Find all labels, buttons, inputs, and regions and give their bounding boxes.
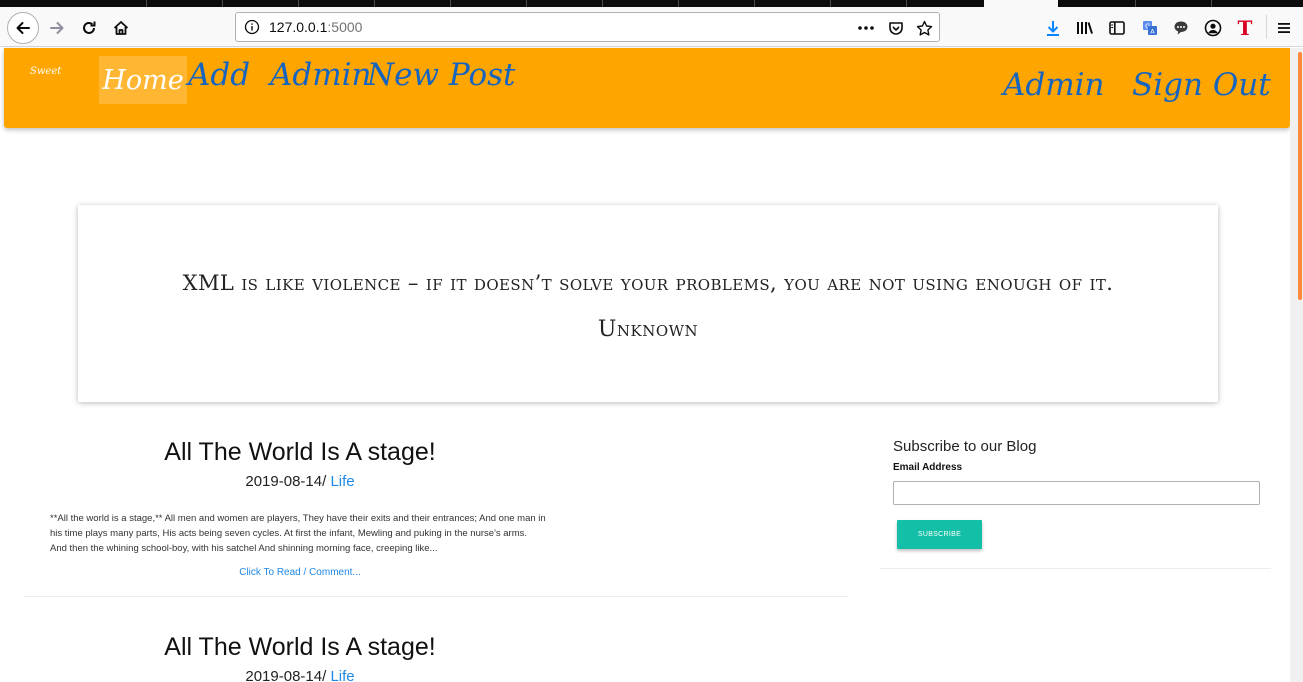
url-text[interactable]: 127.0.0.1:5000 [269, 19, 362, 35]
url-port: :5000 [327, 19, 363, 35]
tab-separator [1211, 0, 1212, 7]
tab-separator [298, 0, 299, 7]
browser-toolbar: 127.0.0.1:5000 GA T [0, 7, 1303, 47]
post-meta: 2019-08-14/ Life [24, 668, 576, 682]
quote-text: XML is like violence – if it doesn’t sol… [182, 271, 1114, 295]
excerpt-line: his time plays many parts, His acts bein… [50, 528, 528, 539]
nav-new-post[interactable]: New Post [367, 60, 516, 91]
chat-button[interactable] [1166, 13, 1196, 43]
pocket-button[interactable] [886, 18, 906, 38]
t-extension-icon: T [1237, 16, 1253, 40]
account-icon [1204, 19, 1222, 37]
forward-button[interactable] [42, 13, 72, 43]
bookmark-button[interactable] [914, 18, 934, 38]
reload-button[interactable] [74, 13, 104, 43]
tab-separator [906, 0, 907, 7]
excerpt-line: And then the whining school-boy, with hi… [50, 543, 438, 554]
email-field[interactable] [893, 481, 1260, 505]
star-icon [916, 20, 932, 36]
tab-separator [222, 0, 223, 7]
sidebar-button[interactable] [1102, 13, 1132, 43]
brand-logo[interactable]: Sweet [30, 66, 61, 77]
scrollbar-thumb[interactable] [1298, 52, 1302, 300]
library-icon [1077, 22, 1093, 34]
tab-separator [146, 0, 147, 7]
library-button[interactable] [1070, 13, 1100, 43]
tab-separator [754, 0, 755, 7]
email-label: Email Address [893, 462, 963, 473]
translate-icon: GA [1143, 21, 1157, 36]
subscribe-widget: Subscribe to our Blog Email Address SUBS… [880, 428, 1271, 569]
post-title[interactable]: All The World Is A stage! [24, 438, 576, 467]
subscribe-button[interactable]: SUBSCRIBE [897, 520, 982, 549]
back-arrow-icon [16, 22, 30, 34]
tab-separator [374, 0, 375, 7]
t-extension-button[interactable]: T [1230, 13, 1260, 43]
page-viewport: Sweet Home Add Admin New Post Admin Sign… [0, 48, 1303, 682]
site-navbar: Sweet Home Add Admin New Post Admin Sign… [4, 48, 1290, 128]
post-card: All The World Is A stage! 2019-08-14/ Li… [24, 426, 848, 598]
post-date: 2019-08-14/ [245, 668, 327, 682]
nav-add[interactable]: Add [188, 60, 250, 91]
reload-icon [83, 21, 96, 34]
svg-text:A: A [1150, 28, 1155, 36]
tab-strip [0, 0, 1303, 7]
post-category-link[interactable]: Life [330, 668, 354, 682]
subscribe-title: Subscribe to our Blog [893, 438, 1037, 455]
downloads-button[interactable] [1038, 13, 1068, 43]
nav-sign-out[interactable]: Sign Out [1132, 70, 1271, 101]
post-meta: 2019-08-14/ Life [24, 473, 576, 490]
pocket-icon [889, 22, 903, 35]
nav-home[interactable]: Home [99, 56, 187, 104]
tab-separator [526, 0, 527, 7]
quote-author: Unknown [597, 317, 699, 342]
nav-admin[interactable]: Admin [270, 60, 372, 91]
more-dots-icon [858, 26, 874, 30]
post-divider [24, 596, 848, 597]
translate-button[interactable]: GA [1135, 13, 1165, 43]
tab-separator [678, 0, 679, 7]
sidebar-icon [1109, 21, 1125, 35]
url-bar[interactable]: 127.0.0.1:5000 [235, 12, 940, 42]
more-actions-button[interactable] [856, 18, 876, 38]
post-date: 2019-08-14/ [245, 473, 327, 490]
post-category-link[interactable]: Life [330, 473, 354, 490]
account-button[interactable] [1198, 13, 1228, 43]
chat-icon [1174, 21, 1188, 35]
tab-separator [1135, 0, 1136, 7]
hamburger-menu-icon [1278, 23, 1290, 33]
excerpt-line: **All the world is a stage,** All men an… [50, 513, 546, 524]
download-icon [1047, 21, 1059, 36]
read-more-link[interactable]: Click To Read / Comment... [24, 567, 576, 578]
post-card: All The World Is A stage! 2019-08-14/ Li… [24, 621, 848, 682]
menu-button[interactable] [1269, 13, 1299, 43]
home-icon [113, 21, 129, 35]
post-title[interactable]: All The World Is A stage! [24, 633, 576, 662]
tab-separator [602, 0, 603, 7]
forward-arrow-icon [50, 22, 64, 34]
home-button[interactable] [106, 13, 136, 43]
tab-separator [830, 0, 831, 7]
tab-separator [450, 0, 451, 7]
post-excerpt: **All the world is a stage,** All men an… [50, 511, 550, 556]
back-button[interactable] [7, 12, 39, 44]
active-tab[interactable] [984, 0, 1058, 7]
nav-admin-right[interactable]: Admin [1003, 70, 1105, 101]
url-host: 127.0.0.1 [269, 19, 328, 35]
info-icon[interactable] [244, 19, 260, 39]
quote-card: XML is like violence – if it doesn’t sol… [78, 205, 1218, 402]
toolbar-separator [1266, 15, 1267, 39]
